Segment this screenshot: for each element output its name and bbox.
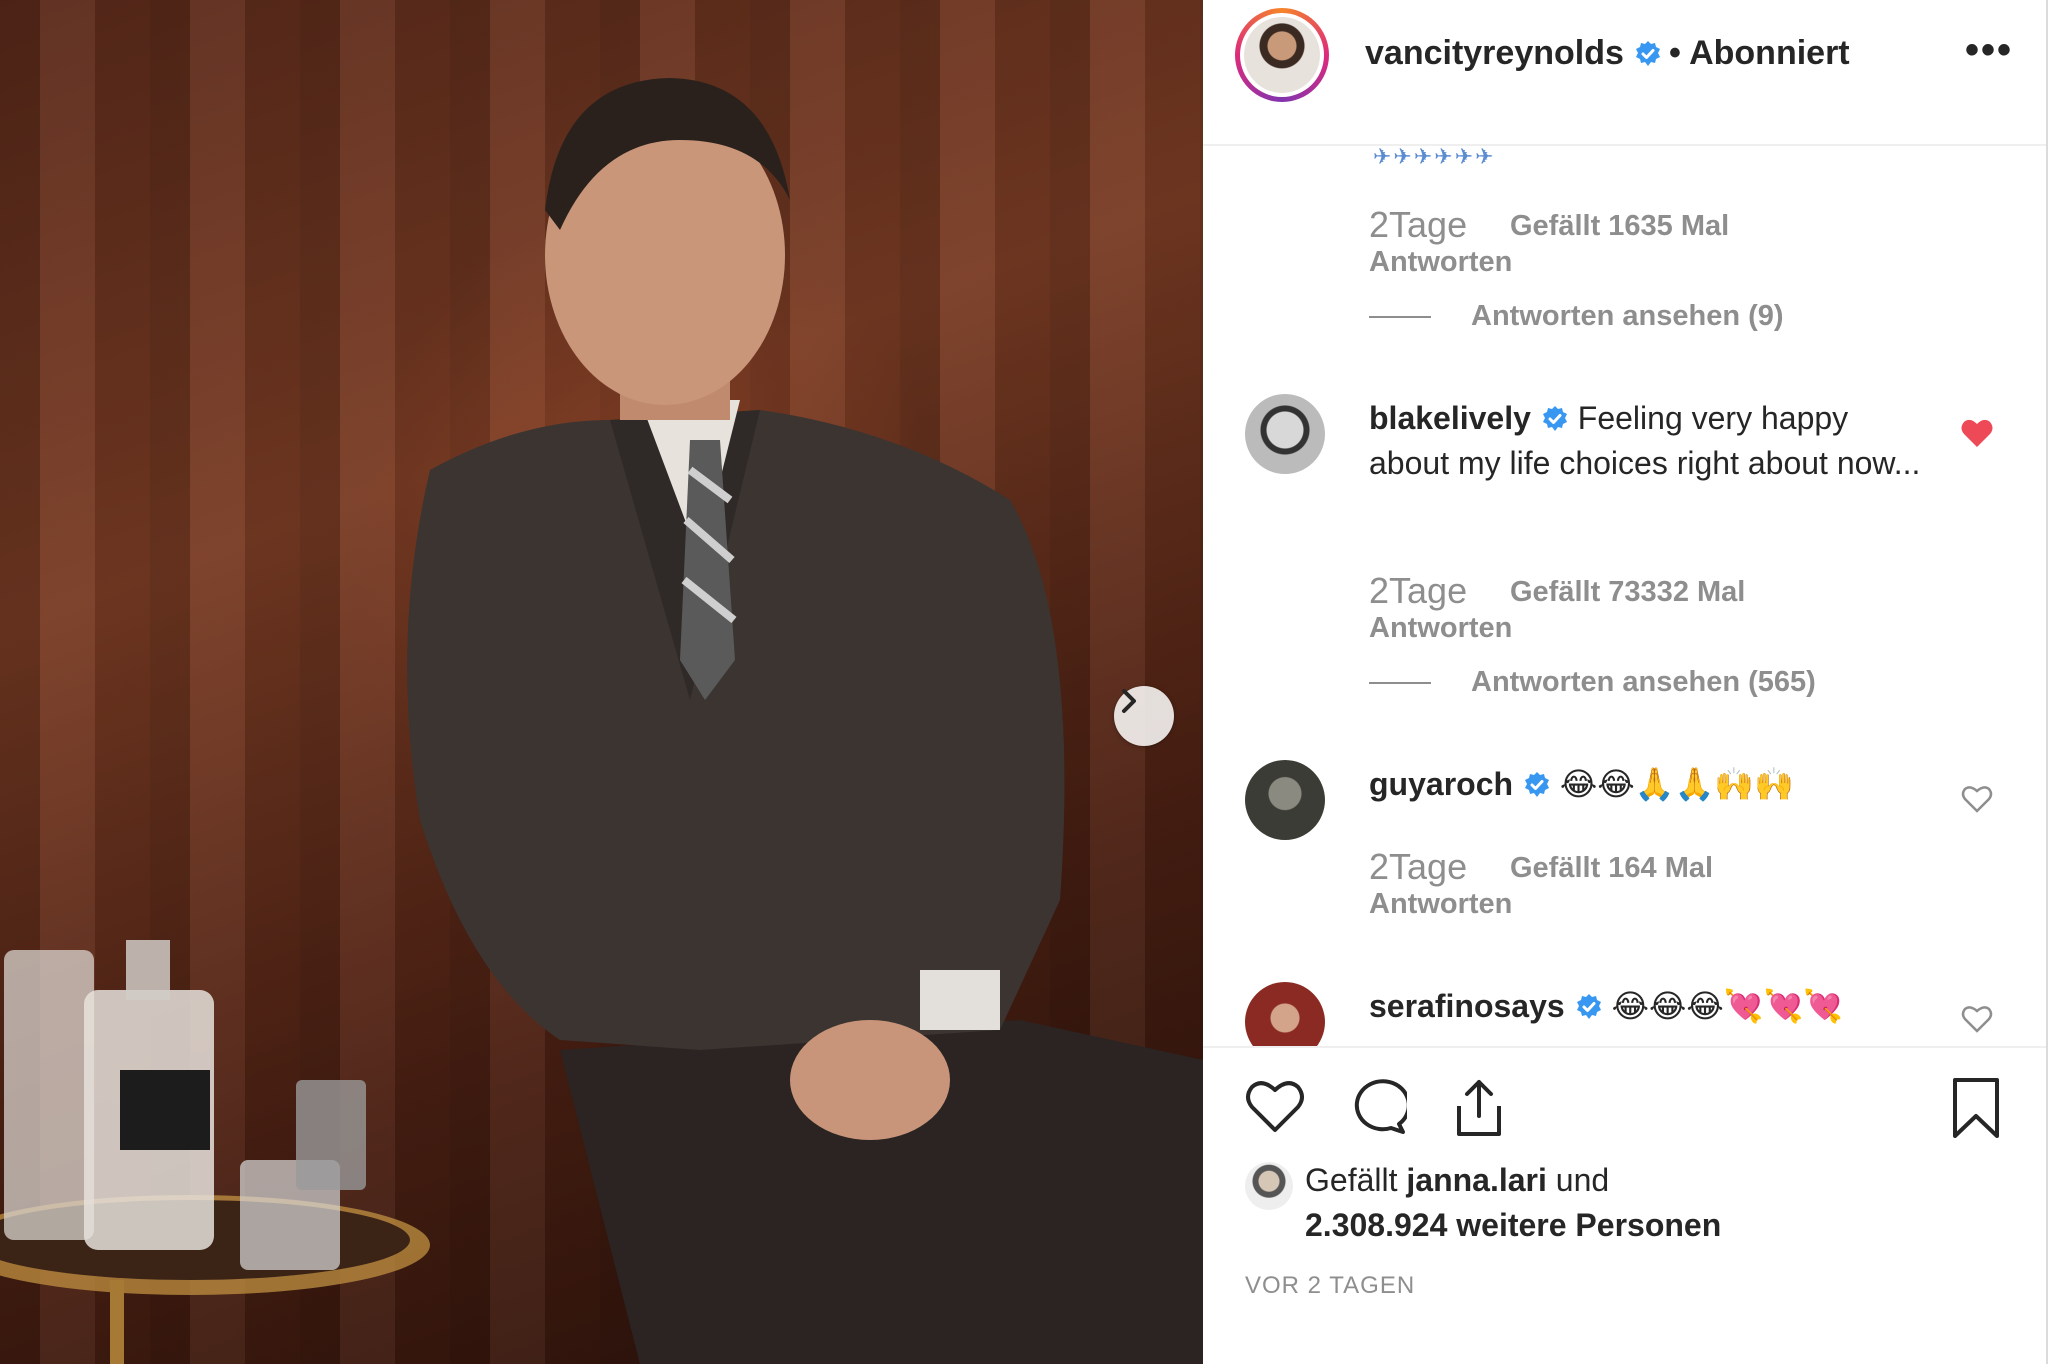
likes-conjunction: und [1555, 1162, 1610, 1198]
comment-avatar[interactable] [1245, 394, 1325, 474]
comment-time[interactable]: 2Tage [1369, 846, 1467, 888]
heart-outline-icon [1961, 786, 1993, 813]
comment-likes[interactable]: Gefällt 1635 Mal [1510, 210, 1729, 243]
comments-list[interactable]: ✈✈✈✈✈✈ 2Tage Gefällt 1635 Mal Antworten … [1203, 146, 2046, 1046]
comment-username[interactable]: guyaroch [1369, 766, 1513, 802]
comment-bubble-icon [1354, 1079, 1411, 1134]
verified-badge-icon [1576, 994, 1601, 1019]
author-avatar[interactable] [1235, 8, 1329, 102]
comment-emoji-fragment: ✈✈✈✈✈✈ [1373, 146, 1496, 169]
likes-prefix: Gefällt [1305, 1162, 1398, 1198]
liker-username[interactable]: janna.lari [1406, 1162, 1547, 1198]
heart-filled-icon [1961, 419, 1993, 447]
comment-username[interactable]: blakelively [1369, 400, 1531, 436]
post-side-panel: vancityreynolds • Abonniert ••• ✈✈✈✈✈✈ 2… [1203, 0, 2048, 1364]
author-username[interactable]: vancityreynolds [1365, 34, 1624, 72]
like-button[interactable] [1245, 1078, 1305, 1139]
post-photo [0, 0, 1203, 1364]
heart-outline-icon [1246, 1081, 1304, 1132]
chevron-right-icon [1122, 689, 1136, 713]
save-button[interactable] [1951, 1078, 2001, 1143]
photo-illustration [0, 78, 1203, 1364]
comment-like-button[interactable] [1961, 1004, 1993, 1039]
comment-username[interactable]: serafinosays [1369, 988, 1565, 1024]
comment-time[interactable]: 2Tage [1369, 204, 1467, 246]
likes-count[interactable]: 2.308.924 weitere Personen [1305, 1207, 1721, 1243]
verified-badge-icon [1542, 406, 1567, 431]
comment-likes[interactable]: Gefällt 164 Mal [1510, 852, 1713, 885]
view-replies-divider [1369, 682, 1431, 684]
comment-body: blakelively Feeling very happy about my … [1369, 396, 1929, 486]
comment-avatar[interactable] [1245, 760, 1325, 840]
comment-body: guyaroch 😂😂🙏🙏🙌🙌 [1369, 762, 1929, 807]
comment-like-button[interactable] [1961, 418, 1993, 453]
likes-summary[interactable]: Gefällt janna.lari und 2.308.924 weitere… [1305, 1158, 2005, 1248]
bookmark-icon [1953, 1078, 1999, 1138]
comment-button[interactable] [1347, 1078, 1411, 1139]
comment-text: 😂😂🙏🙏🙌🙌 [1559, 766, 1795, 802]
comment-time[interactable]: 2Tage [1369, 570, 1467, 612]
follow-status-button[interactable]: • Abonniert [1669, 34, 1850, 73]
next-image-button[interactable] [1114, 686, 1174, 746]
view-replies-divider [1369, 316, 1431, 318]
more-options-button[interactable]: ••• [1965, 30, 2013, 70]
post-actions: Gefällt janna.lari und 2.308.924 weitere… [1203, 1046, 2046, 1366]
comment-reply-button[interactable]: Antworten [1369, 246, 1512, 279]
share-button[interactable] [1449, 1078, 1509, 1143]
post-timestamp[interactable]: VOR 2 TAGEN [1245, 1272, 1415, 1300]
post-header: vancityreynolds • Abonniert ••• [1203, 0, 2046, 146]
author-username-link[interactable]: vancityreynolds [1365, 34, 1662, 73]
comment-text: 😂😂😂💘💘💘 [1611, 988, 1844, 1024]
heart-outline-icon [1961, 1006, 1993, 1033]
comment-avatar[interactable] [1245, 982, 1325, 1046]
view-replies-button[interactable]: Antworten ansehen (9) [1471, 300, 1784, 333]
view-replies-button[interactable]: Antworten ansehen (565) [1471, 666, 1816, 699]
comment-likes[interactable]: Gefällt 73332 Mal [1510, 576, 1745, 609]
verified-badge-icon [1635, 41, 1660, 66]
comment-body: serafinosays 😂😂😂💘💘💘 [1369, 984, 1929, 1029]
comment-reply-button[interactable]: Antworten [1369, 612, 1512, 645]
share-icon [1457, 1080, 1501, 1136]
liker-avatar[interactable] [1245, 1162, 1293, 1210]
verified-badge-icon [1525, 772, 1550, 797]
comment-reply-button[interactable]: Antworten [1369, 888, 1512, 921]
comment-like-button[interactable] [1961, 784, 1993, 819]
